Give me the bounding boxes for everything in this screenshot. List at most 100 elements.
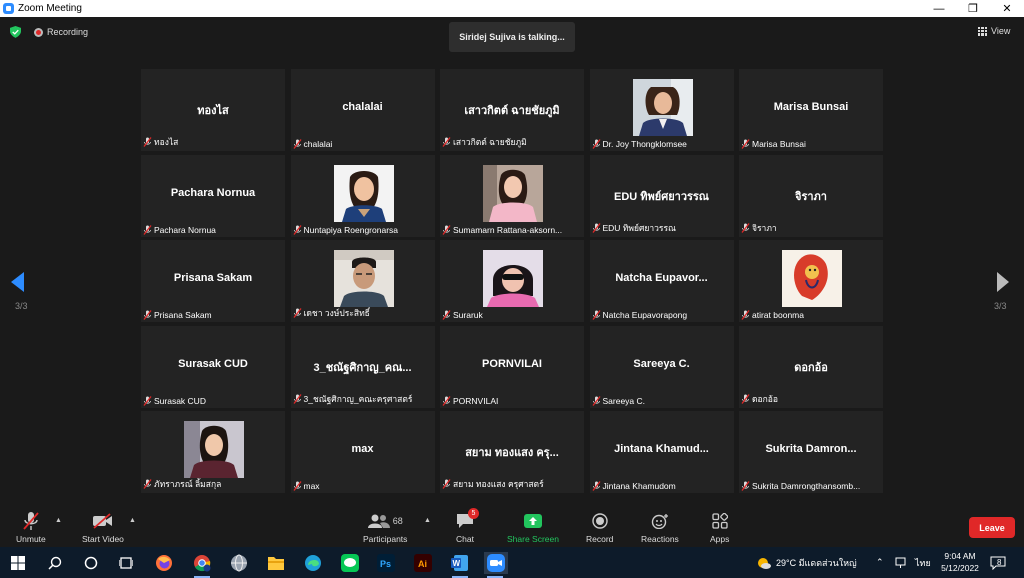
participant-tile[interactable]: EDU ทิพย์ศยาวรรณ EDU ทิพย์ศยาวรรณ — [589, 154, 734, 237]
participant-name-label: Prisana Sakam — [143, 310, 212, 320]
notification-center[interactable]: 8 — [990, 547, 1006, 578]
participant-tile[interactable]: chalalai chalalai — [290, 69, 435, 151]
firefox-icon[interactable] — [153, 552, 175, 574]
participant-name: Sukrita Damrongthansomb... — [752, 481, 861, 491]
participant-display-name: Pachara Nornua — [170, 186, 256, 199]
participant-tile[interactable]: max max — [290, 411, 435, 493]
participant-tile[interactable]: Natcha Eupavor... Natcha Eupavorapong — [589, 240, 734, 322]
network-icon[interactable] — [895, 547, 906, 578]
line-app-icon[interactable] — [339, 552, 361, 574]
chat-button[interactable]: 5 Chat — [456, 508, 479, 544]
participants-label: Participants — [363, 534, 408, 544]
participant-tile[interactable]: Jintana Khamud... Jintana Khamudom — [589, 411, 734, 493]
clock-time: 9:04 AM — [944, 551, 976, 561]
muted-mic-icon — [741, 481, 750, 491]
video-options-caret[interactable]: ▲ — [129, 517, 136, 524]
reactions-button[interactable]: Reactions — [641, 511, 679, 544]
illustrator-icon[interactable]: Ai — [412, 552, 434, 574]
participant-tile[interactable]: Nuntapiya Roengronarsa — [290, 154, 435, 237]
participant-video — [483, 164, 543, 222]
record-label: Record — [586, 534, 614, 544]
taskbar-clock[interactable]: 9:04 AM 5/12/2022 — [938, 550, 982, 574]
participant-name: Natcha Eupavorapong — [602, 310, 688, 320]
weather-widget[interactable]: 29°C มีแดดส่วนใหญ่ — [756, 547, 857, 578]
participant-tile[interactable]: 3_ชณัฐศิกาญ_คณ... 3_ชณัฐศิกาญ_คณะครุศาสตร… — [290, 325, 435, 408]
participant-display-name: Natcha Eupavor... — [615, 272, 708, 284]
svg-text:Ai: Ai — [418, 559, 427, 569]
recording-indicator[interactable]: Recording — [34, 27, 88, 37]
title-bar: Zoom Meeting — ❐ ✕ — [0, 0, 1024, 17]
participant-name-label: Marisa Bunsai — [741, 139, 806, 149]
participant-tile[interactable]: Sareeya C. Sareeya C. — [589, 325, 734, 408]
muted-mic-icon — [741, 393, 750, 404]
search-icon[interactable] — [44, 552, 66, 574]
participants-options-caret[interactable]: ▲ — [424, 517, 431, 524]
video-off-icon — [92, 513, 112, 529]
participant-name: Pachara Nornua — [154, 224, 216, 235]
participant-name-label: จิราภา — [741, 221, 777, 235]
participant-display-name: เสาวกิตต์ ฉายชัยภูมิ — [464, 105, 560, 117]
participant-tile[interactable]: Dr. Joy Thongklomsee — [589, 69, 734, 151]
participant-display-name: Surasak CUD — [178, 357, 248, 370]
participant-tile[interactable]: Marisa Bunsai Marisa Bunsai — [739, 69, 883, 151]
participant-tile[interactable]: Suraruk — [440, 240, 584, 322]
photoshop-icon[interactable]: Ps — [375, 552, 397, 574]
participant-name-label: Suraruk — [442, 310, 483, 320]
participant-tile[interactable]: atirat boonma — [739, 240, 883, 322]
participant-name: Sareeya C. — [602, 395, 646, 406]
participants-icon — [367, 514, 390, 528]
participant-tile[interactable]: Sukrita Damron... Sukrita Damrongthansomb… — [739, 411, 883, 493]
participant-tile[interactable]: ดอกอ้อ ดอกอ้อ — [739, 325, 883, 408]
participant-tile[interactable]: Surasak CUD Surasak CUD — [141, 325, 285, 408]
muted-mic-icon — [591, 222, 601, 233]
task-view-icon[interactable] — [115, 552, 137, 574]
apps-button[interactable]: Apps — [710, 511, 729, 544]
file-explorer-icon[interactable] — [265, 552, 287, 574]
shield-check-icon[interactable] — [10, 26, 21, 38]
view-button[interactable]: View — [978, 26, 1010, 36]
participant-tile[interactable]: ทองไส ทองไส — [141, 69, 285, 151]
network-globe-icon[interactable] — [228, 552, 250, 574]
show-hidden-icons[interactable]: ⌃ — [876, 547, 884, 578]
participant-display-name: 3_ชณัฐศิกาญ_คณ... — [313, 361, 412, 374]
next-page-arrow-icon[interactable] — [997, 272, 1009, 292]
start-video-button[interactable]: Start Video — [82, 511, 124, 544]
language-indicator[interactable]: ไทย — [915, 547, 931, 578]
chrome-icon[interactable] — [191, 552, 213, 578]
zoom-taskbar-icon[interactable] — [484, 552, 508, 578]
share-screen-label: Share Screen — [507, 534, 559, 544]
previous-page-arrow-icon[interactable] — [11, 272, 25, 292]
leave-button[interactable]: Leave — [969, 517, 1015, 538]
participant-name: Prisana Sakam — [154, 310, 212, 320]
participants-button[interactable]: 68 Participants — [363, 511, 407, 544]
view-label: View — [991, 26, 1011, 36]
record-icon — [592, 513, 608, 529]
participant-tile[interactable]: เสาวกิตต์ ฉายชัยภูมิ เสาวกิตต์ ฉายชัยภูมิ — [440, 69, 584, 151]
windows-start-icon[interactable] — [7, 552, 29, 574]
participant-tile[interactable]: Prisana Sakam Prisana Sakam — [141, 240, 285, 322]
muted-mic-icon — [292, 224, 302, 235]
participant-name: Surasak CUD — [154, 395, 206, 406]
participant-name-label: PORNVILAI — [442, 396, 498, 406]
share-screen-button[interactable]: Share Screen — [507, 511, 559, 544]
restore-button[interactable]: ❐ — [956, 0, 990, 17]
participant-tile[interactable]: Sumamarn Rattana-aksorn... — [440, 154, 584, 237]
participant-tile[interactable]: สยาม ทองแสง ครุ... สยาม ทองแสง ครุศาสตร์ — [440, 411, 584, 493]
edge-icon[interactable] — [302, 552, 324, 574]
participant-name: Sumamarn Rattana-aksorn... — [453, 224, 563, 235]
audio-options-caret[interactable]: ▲ — [55, 517, 62, 524]
participant-tile[interactable]: เดชา วงษ์ประสิทธิ์ — [290, 240, 435, 322]
unmute-button[interactable]: Unmute — [16, 511, 46, 544]
participant-tile[interactable]: Pachara Nornua Pachara Nornua — [141, 154, 285, 237]
muted-mic-icon — [741, 310, 750, 320]
participant-tile[interactable]: PORNVILAI PORNVILAI — [440, 325, 584, 408]
muted-mic-icon — [741, 222, 750, 233]
record-button[interactable]: Record — [586, 511, 613, 544]
word-icon[interactable]: W — [449, 552, 471, 578]
cortana-icon[interactable] — [80, 552, 102, 574]
participant-tile[interactable]: จิราภา จิราภา — [739, 154, 883, 237]
participant-video — [782, 250, 842, 307]
participant-tile[interactable]: ภัทราภรณ์ ลิ้มสกุล — [141, 411, 285, 493]
close-button[interactable]: ✕ — [990, 0, 1024, 17]
minimize-button[interactable]: — — [922, 0, 956, 17]
